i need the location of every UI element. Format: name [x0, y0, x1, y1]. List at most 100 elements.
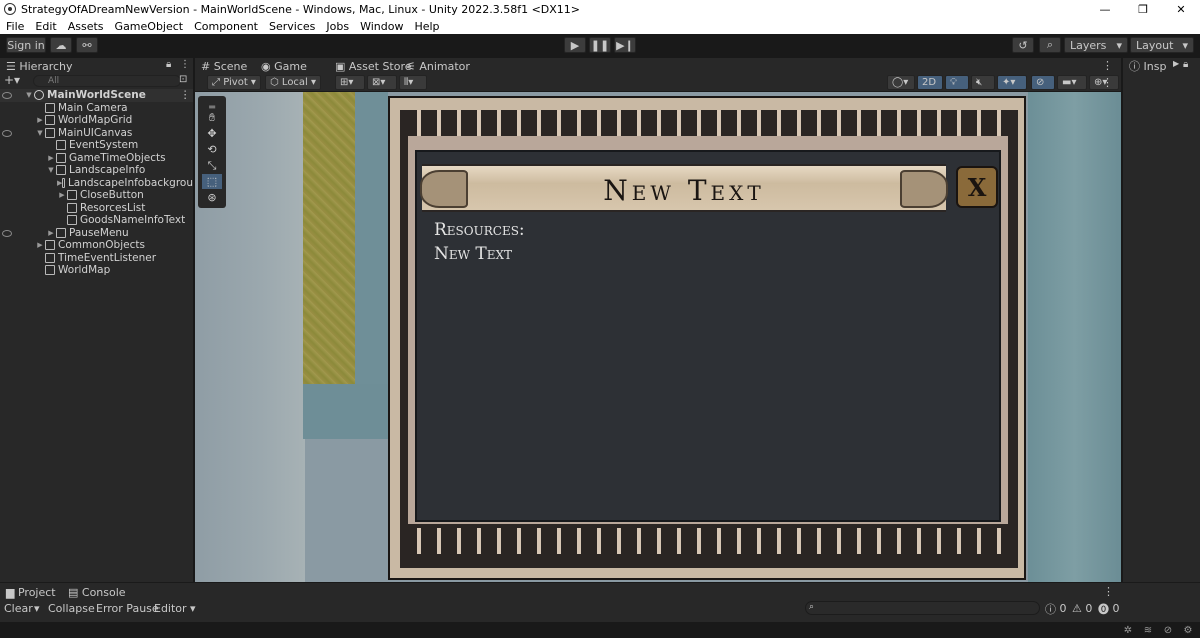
hierarchy-item[interactable]: ▶ LandscapeInfobackgrou: [0, 177, 193, 190]
collapse-arrow-icon[interactable]: ▶: [46, 229, 56, 237]
menu-help[interactable]: Help: [414, 20, 439, 33]
add-object-button[interactable]: +▾: [4, 73, 20, 87]
collapse-button[interactable]: Collapse: [48, 601, 95, 616]
camera-icon[interactable]: ▬▾: [1057, 75, 1087, 90]
lighting-icon[interactable]: 💡︎: [945, 75, 969, 90]
chevron-right-icon[interactable]: ▶: [1173, 59, 1179, 68]
clear-button[interactable]: Clear: [4, 601, 33, 616]
tab-scene[interactable]: # Scene: [201, 59, 247, 73]
step-icon[interactable]: ▶❙: [614, 37, 636, 53]
transform-tool-icon[interactable]: ⊛: [202, 190, 222, 205]
lock-icon[interactable]: 🔒︎: [166, 59, 171, 70]
more-options-icon[interactable]: ⋮: [1103, 585, 1114, 598]
sign-in-button[interactable]: Sign in: [6, 37, 46, 53]
tab-project[interactable]: ▆ Project: [6, 585, 56, 599]
draw-mode-icon[interactable]: ◯▾: [887, 75, 915, 90]
hierarchy-item[interactable]: ▶ CommonObjects: [0, 239, 193, 252]
close-button[interactable]: X: [956, 166, 998, 208]
collapse-arrow-icon[interactable]: ▶: [35, 241, 45, 249]
effects-icon[interactable]: ✦▾: [997, 75, 1027, 90]
menu-window[interactable]: Window: [360, 20, 403, 33]
collab-icon[interactable]: ⚯: [76, 37, 98, 53]
hierarchy-item[interactable]: TimeEventListener: [0, 252, 193, 265]
rotate-tool-icon[interactable]: ⟲: [202, 142, 222, 157]
hierarchy-item[interactable]: Main Camera: [0, 102, 193, 115]
rect-tool-icon[interactable]: ⬚: [202, 174, 222, 189]
clear-options-dropdown[interactable]: ▾: [34, 601, 40, 616]
expand-arrow-icon[interactable]: ▼: [24, 91, 34, 99]
close-window-icon[interactable]: ✕: [1162, 0, 1200, 18]
hierarchy-item[interactable]: ▶ WorldMapGrid: [0, 114, 193, 127]
info-count[interactable]: ⓘ 0: [1045, 601, 1067, 616]
filter-icon[interactable]: ⊡: [179, 74, 187, 85]
hierarchy-item[interactable]: ▼ MainUICanvas: [0, 127, 193, 140]
visibility-eye-icon[interactable]: [2, 129, 12, 137]
snap-increment-icon[interactable]: ⊠▾: [367, 75, 397, 90]
scene-root-item[interactable]: ▼ MainWorldScene ⋮: [0, 89, 193, 102]
editor-dropdown[interactable]: Editor ▾: [154, 601, 196, 616]
more-options-icon[interactable]: ⋮: [180, 59, 190, 70]
more-options-icon[interactable]: ⋮: [1102, 76, 1113, 89]
audio-icon[interactable]: 🔇︎: [971, 75, 995, 90]
layers-icon[interactable]: ≋: [1142, 624, 1154, 636]
move-tool-icon[interactable]: ✥: [202, 126, 222, 141]
pause-icon[interactable]: ❚❚: [589, 37, 611, 53]
cloud-icon[interactable]: ☁: [50, 37, 72, 53]
expand-arrow-icon[interactable]: ▼: [35, 129, 45, 137]
menu-file[interactable]: File: [6, 20, 24, 33]
hierarchy-item[interactable]: EventSystem: [0, 139, 193, 152]
hidden-eye-icon[interactable]: [2, 229, 12, 237]
menu-edit[interactable]: Edit: [35, 20, 56, 33]
hierarchy-item[interactable]: ResorcesList: [0, 202, 193, 215]
warning-count[interactable]: ⚠ 0: [1072, 601, 1092, 616]
lock-icon[interactable]: 🔒︎: [1183, 59, 1188, 70]
visibility-eye-icon[interactable]: [2, 92, 12, 99]
hierarchy-item[interactable]: ▼ LandscapeInfo: [0, 164, 193, 177]
hand-tool-icon[interactable]: ✋︎: [202, 110, 222, 125]
tab-game[interactable]: ◉ Game: [261, 59, 307, 73]
grid-snap-icon[interactable]: ⊞▾: [335, 75, 365, 90]
console-search-input[interactable]: ⌕: [805, 601, 1040, 615]
minimize-icon[interactable]: —: [1086, 0, 1124, 18]
hierarchy-tab[interactable]: ☰ Hierarchy: [6, 59, 73, 73]
debug-icon[interactable]: ✲: [1122, 624, 1134, 636]
more-options-icon[interactable]: ⋮: [1102, 59, 1113, 72]
menu-jobs[interactable]: Jobs: [326, 20, 349, 33]
hierarchy-item[interactable]: WorldMap: [0, 264, 193, 277]
layout-dropdown[interactable]: Layout ▾: [1130, 37, 1194, 53]
scale-tool-icon[interactable]: ⤡: [202, 158, 222, 173]
tab-animator[interactable]: ⚟ Animator: [406, 59, 470, 73]
error-count[interactable]: ⓿ 0: [1098, 601, 1120, 616]
maximize-icon[interactable]: ❐: [1124, 0, 1162, 18]
menu-assets[interactable]: Assets: [68, 20, 104, 33]
tab-asset-store[interactable]: ▣ Asset Store: [335, 59, 412, 73]
expand-arrow-icon[interactable]: ▼: [46, 166, 56, 174]
mode-2d-toggle[interactable]: 2D: [917, 75, 943, 90]
hierarchy-item[interactable]: ▶ GameTimeObjects: [0, 152, 193, 165]
layers-dropdown[interactable]: Layers ▾: [1064, 37, 1128, 53]
tab-console[interactable]: ▤ Console: [68, 585, 126, 599]
align-icon[interactable]: ⫴▾: [399, 75, 427, 90]
menu-gameobject[interactable]: GameObject: [115, 20, 184, 33]
more-options-icon[interactable]: ⋮: [180, 89, 191, 101]
error-pause-button[interactable]: Error Pause: [96, 601, 159, 616]
menu-component[interactable]: Component: [194, 20, 258, 33]
hierarchy-item[interactable]: ▶ CloseButton: [0, 189, 193, 202]
gameobject-cube-icon: [56, 165, 66, 176]
collapse-arrow-icon[interactable]: ▶: [35, 116, 45, 124]
collapse-arrow-icon[interactable]: ▶: [46, 154, 56, 162]
collapse-arrow-icon[interactable]: ▶: [57, 191, 67, 199]
hidden-objects-icon[interactable]: ⊘: [1031, 75, 1055, 90]
hierarchy-item[interactable]: GoodsNameInfoText: [0, 214, 193, 227]
play-icon[interactable]: ▶: [564, 37, 586, 53]
hierarchy-item[interactable]: ▶ PauseMenu: [0, 227, 193, 240]
search-icon[interactable]: ⌕: [1039, 37, 1061, 53]
history-icon[interactable]: ↺: [1012, 37, 1034, 53]
performance-icon[interactable]: ⊘: [1162, 624, 1174, 636]
local-dropdown[interactable]: ⬡ Local ▾: [265, 75, 321, 90]
hierarchy-search-input[interactable]: All: [33, 75, 181, 87]
menu-services[interactable]: Services: [269, 20, 315, 33]
settings-icon[interactable]: ⚙: [1182, 624, 1194, 636]
inspector-tab[interactable]: ⓘ Insp: [1129, 59, 1166, 74]
pivot-dropdown[interactable]: ⤢ Pivot ▾: [207, 75, 261, 90]
